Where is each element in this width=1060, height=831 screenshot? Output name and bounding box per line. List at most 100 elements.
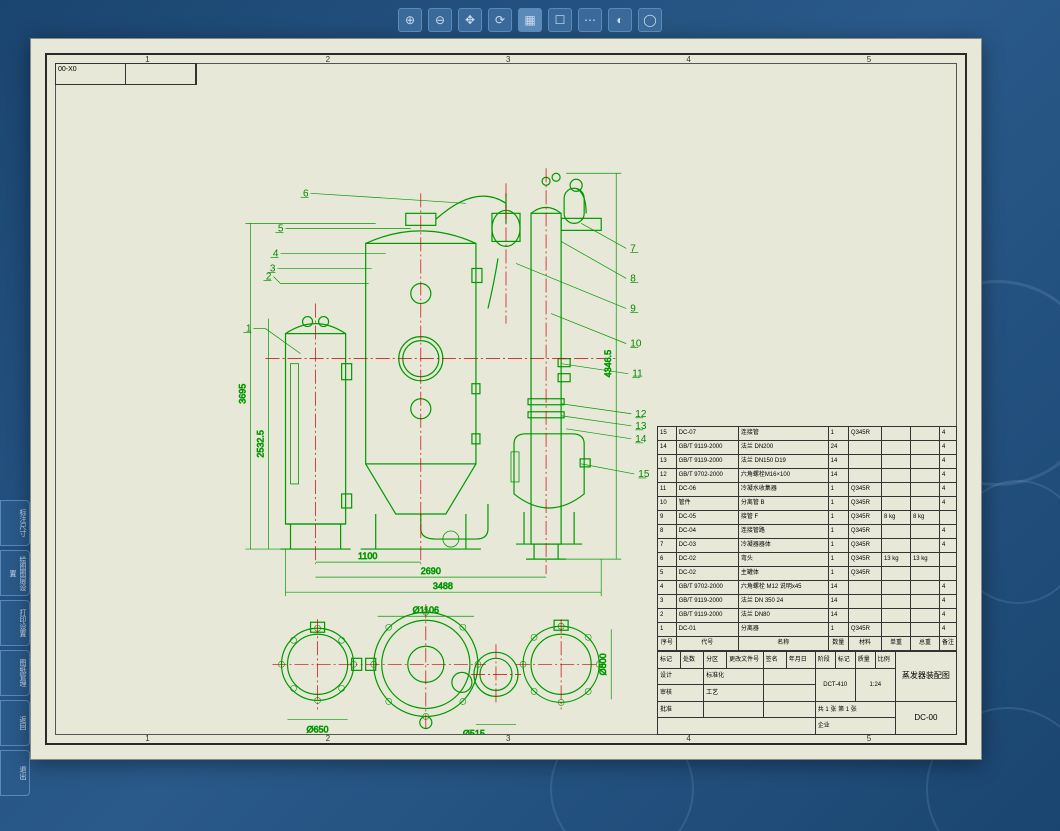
bom-cell (881, 483, 910, 497)
callout-number-14: 14 (635, 434, 647, 445)
bom-cell: 管件 (676, 497, 738, 511)
bom-cell: 主罐体 (738, 567, 828, 581)
bom-row: 6DC-02弯头1Q345R13 kg13 kg (658, 553, 957, 567)
side-tab-4[interactable]: 返回 (0, 700, 30, 746)
bom-cell (848, 609, 881, 623)
bom-cell: 9 (658, 511, 677, 525)
tb-scale-h: 比例 (875, 652, 895, 669)
tb-count: 处数 (681, 652, 704, 669)
bom-cell (910, 539, 939, 553)
bom-cell: 4 (939, 483, 956, 497)
bom-cell: 4 (658, 581, 677, 595)
bom-header-cell: 代号 (676, 637, 738, 651)
side-tab-1[interactable]: 绘图图层设置 (0, 550, 30, 596)
bom-cell (910, 455, 939, 469)
bom-cell: 4 (939, 623, 956, 637)
bom-header-cell: 数量 (828, 637, 848, 651)
tb-scale: 1:24 (855, 668, 895, 701)
bom-row: 2GB/T 9119-2000法兰 DN80144 (658, 609, 957, 623)
bom-cell: GB/T 9702-2000 (676, 581, 738, 595)
bom-cell: 法兰 DN 350 24 (738, 595, 828, 609)
help-icon[interactable]: ◯ (638, 8, 662, 32)
bom-cell: 11 (658, 483, 677, 497)
print-icon[interactable]: ☐ (548, 8, 572, 32)
bom-row: 13GB/T 9119-2000法兰 DN150 D19144 (658, 455, 957, 469)
layers-icon[interactable]: ▦ (518, 8, 542, 32)
side-tab-0[interactable]: 标注尺寸 (0, 500, 30, 546)
bom-cell: 4 (939, 595, 956, 609)
bom-cell (881, 567, 910, 581)
bom-cell: 7 (658, 539, 677, 553)
bom-cell: 冷凝水收集器 (738, 483, 828, 497)
tb-mark2: 标记 (835, 652, 855, 669)
bom-cell (881, 581, 910, 595)
bom-cell: DC-02 (676, 553, 738, 567)
bom-cell: 2 (658, 609, 677, 623)
bom-cell (881, 595, 910, 609)
side-tab-3[interactable]: 图纸管理 (0, 650, 30, 696)
tb-process: 工艺 (704, 685, 764, 702)
callout-number-5: 5 (278, 223, 284, 234)
bom-cell: 法兰 DN150 D19 (738, 455, 828, 469)
tb-project-name: 蒸发器装配图 (895, 652, 956, 702)
tb-stage: 阶段 (815, 652, 835, 669)
bom-cell: 13 kg (910, 553, 939, 567)
bom-cell (910, 483, 939, 497)
bom-cell (881, 609, 910, 623)
bom-cell (939, 567, 956, 581)
tb-design: 设计 (658, 668, 704, 685)
bom-header-cell: 备注 (939, 637, 956, 651)
dim-w2: 2690 (421, 566, 441, 576)
bom-cell: 接管 F (738, 511, 828, 525)
bom-cell: 4 (939, 539, 956, 553)
bom-cell: 13 (658, 455, 677, 469)
tb-sheet: 共 1 张 第 1 张 (815, 701, 895, 718)
bom-cell (910, 623, 939, 637)
side-tab-2[interactable]: 打印设置 (0, 600, 30, 646)
bom-cell: Q345R (848, 567, 881, 581)
pan-icon[interactable]: ✥ (458, 8, 482, 32)
settings-icon[interactable]: ◐ (608, 8, 632, 32)
dim-d3: Ø515 (463, 728, 485, 734)
bom-cell: Q345R (848, 623, 881, 637)
bom-row: 9DC-05接管 F1Q345R8 kg8 kg (658, 511, 957, 525)
border-tick-bottom: 1 (145, 734, 149, 743)
bom-cell (910, 427, 939, 441)
bom-cell: DC-06 (676, 483, 738, 497)
bom-cell: DC-07 (676, 427, 738, 441)
dim-icon[interactable]: ⋯ (578, 8, 602, 32)
dim-h-right: 4346.5 (603, 350, 613, 378)
bom-row: 12GB/T 9702-2000六角螺栓M16×100144 (658, 469, 957, 483)
border-tick-bottom: 3 (506, 734, 510, 743)
bom-cell (910, 609, 939, 623)
side-tab-5[interactable]: 退出 (0, 750, 30, 796)
bom-header-row: 序号代号名称数量材料单重总重备注 (658, 637, 957, 651)
zoom-in-icon[interactable]: ⊕ (398, 8, 422, 32)
bom-cell (881, 525, 910, 539)
bom-cell: DC-01 (676, 623, 738, 637)
bom-cell: 1 (828, 483, 848, 497)
callout-number-10: 10 (630, 339, 642, 350)
bom-cell: GB/T 9119-2000 (676, 609, 738, 623)
bom-cell (881, 469, 910, 483)
bom-header-cell: 单重 (881, 637, 910, 651)
title-block: 标记 处数 分区 更改文件号 签名 年月日 阶段 标记 质量 比例 蒸发器装配图… (657, 651, 957, 735)
separator-pot (488, 193, 520, 308)
bom-cell: 14 (828, 595, 848, 609)
bom-cell (939, 553, 956, 567)
bom-cell: 连接管 (738, 427, 828, 441)
bom-cell: 4 (939, 427, 956, 441)
callout-number-12: 12 (635, 409, 647, 420)
zoom-out-icon[interactable]: ⊖ (428, 8, 452, 32)
drawing-sheet: 00-X0 1122334455 (30, 38, 982, 760)
tb-drawing-no: DC-00 (895, 701, 956, 734)
tb-approve: 批准 (658, 701, 704, 718)
dim-h-small: 2532.5 (255, 430, 265, 458)
bom-cell: 14 (828, 581, 848, 595)
border-tick-bottom: 5 (867, 734, 871, 743)
refresh-icon[interactable]: ⟳ (488, 8, 512, 32)
bom-cell: 14 (658, 441, 677, 455)
bom-row: 1DC-01分离器1Q345R4 (658, 623, 957, 637)
bom-cell: Q345R (848, 511, 881, 525)
bom-cell (910, 525, 939, 539)
